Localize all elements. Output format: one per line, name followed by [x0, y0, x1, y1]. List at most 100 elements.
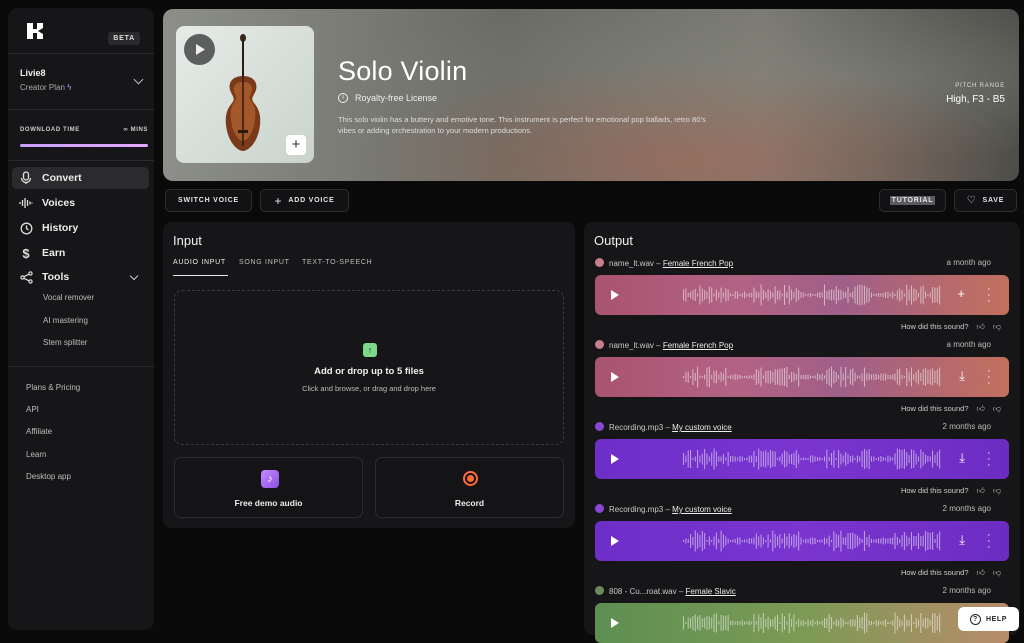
output-waveform-player[interactable]: ⤓ · · · [595, 357, 1009, 397]
license-label: Royalty-free License [355, 93, 438, 103]
nav-tools[interactable]: Tools [12, 266, 149, 288]
save-button[interactable]: ♡ SAVE [954, 189, 1017, 212]
voice-avatar [595, 258, 604, 267]
output-item-header: 808 - Cu...roat.wav – Female Slavic 2 mon… [595, 586, 991, 596]
link-affiliate[interactable]: Affiliate [26, 427, 52, 436]
output-voice-link[interactable]: Female French Pop [663, 259, 733, 268]
waveform-graphic [683, 612, 941, 634]
play-preview-button[interactable] [184, 34, 215, 65]
output-waveform-player[interactable]: ⤓ · · · [595, 439, 1009, 479]
beta-badge: BETA [108, 32, 140, 45]
output-voice-link[interactable]: My custom voice [672, 423, 732, 432]
tab-song-input[interactable]: SONG INPUT [239, 259, 290, 266]
play-icon[interactable] [611, 536, 619, 546]
nav-earn[interactable]: $ Earn [12, 242, 149, 264]
link-api[interactable]: API [26, 405, 39, 414]
feedback-row: How did this sound? 👍︎ 👎︎ [901, 404, 1001, 414]
more-options-icon[interactable]: ··· [987, 366, 991, 389]
output-waveform-player[interactable]: + · · · [595, 275, 1009, 315]
output-item-header: name_lt.wav – Female French Pop a month a… [595, 340, 991, 350]
nav-label: Tools [42, 271, 70, 283]
output-voice-link[interactable]: My custom voice [672, 505, 732, 514]
thumbs-up-icon[interactable]: 👍︎ [977, 486, 985, 496]
tutorial-button[interactable]: TUTORIAL [879, 189, 946, 212]
switch-voice-button[interactable]: SWITCH VOICE [165, 189, 252, 212]
logo-icon[interactable] [26, 22, 44, 40]
download-icon[interactable]: ⤓ [959, 368, 965, 384]
record-button[interactable]: Record [375, 457, 564, 518]
play-icon[interactable] [611, 372, 619, 382]
more-options-icon[interactable]: ··· [987, 530, 991, 553]
thumbs-down-icon[interactable]: 👎︎ [993, 322, 1001, 332]
output-waveform-player[interactable]: ⤓ · · · [595, 521, 1009, 561]
tool-stem-splitter[interactable]: Stem splitter [43, 338, 87, 347]
play-icon [195, 44, 205, 55]
save-label: SAVE [982, 197, 1005, 204]
microphone-icon [19, 171, 33, 185]
dropzone-hint: Click and browse, or drag and drop here [302, 384, 436, 393]
play-icon[interactable] [611, 290, 619, 300]
nav-convert[interactable]: Convert [12, 167, 149, 189]
download-icon[interactable]: ⤓ [959, 450, 965, 466]
chevron-down-icon[interactable] [129, 271, 139, 281]
link-desktop-app[interactable]: Desktop app [26, 472, 71, 481]
account-switcher[interactable]: Livie8 Creator Plan ϟ [20, 68, 150, 92]
question-icon: ? [969, 613, 981, 625]
voice-avatar [595, 422, 604, 431]
add-icon[interactable]: + [957, 286, 965, 301]
help-button[interactable]: ? HELP [958, 607, 1019, 631]
plan-name: Creator Plan [20, 83, 65, 92]
nav-history[interactable]: History [12, 217, 149, 239]
license-info[interactable]: i Royalty-free License [338, 93, 437, 103]
voice-avatar [595, 586, 604, 595]
divider [8, 366, 154, 367]
feedback-row: How did this sound? 👍︎ 👎︎ [901, 568, 1001, 578]
thumbs-down-icon[interactable]: 👎︎ [993, 404, 1001, 414]
plus-icon: + [274, 193, 283, 208]
output-time: a month ago [946, 340, 991, 349]
add-voice-button[interactable]: + ADD VOICE [260, 189, 349, 212]
link-learn[interactable]: Learn [26, 450, 46, 459]
thumbs-up-icon[interactable]: 👍︎ [977, 322, 985, 332]
waveform-graphic [683, 448, 941, 470]
tool-vocal-remover[interactable]: Vocal remover [43, 293, 94, 302]
download-time-bar [20, 144, 148, 147]
tool-ai-mastering[interactable]: AI mastering [43, 316, 88, 325]
plan-label: Creator Plan ϟ [20, 83, 150, 92]
more-options-icon[interactable]: ··· [987, 284, 991, 307]
more-options-icon[interactable]: ··· [987, 448, 991, 471]
nav-label: History [42, 222, 79, 234]
info-icon: i [338, 93, 348, 103]
output-item-header: name_lt.wav – Female French Pop a month a… [595, 258, 991, 268]
download-time-value: ∞ MINS [123, 127, 148, 133]
lightning-icon: ϟ [67, 83, 72, 92]
tab-text-to-speech[interactable]: TEXT-TO-SPEECH [302, 259, 372, 266]
feedback-row: How did this sound? 👍︎ 👎︎ [901, 486, 1001, 496]
thumbs-up-icon[interactable]: 👍︎ [977, 404, 985, 414]
sidebar: BETA Livie8 Creator Plan ϟ DOWNLOAD TIME… [8, 8, 154, 630]
add-to-voices-button[interactable]: + [286, 135, 306, 155]
thumbs-down-icon[interactable]: 👎︎ [993, 486, 1001, 496]
play-icon[interactable] [611, 454, 619, 464]
output-voice-link[interactable]: Female Slavic [686, 587, 736, 596]
divider [8, 53, 154, 54]
free-demo-audio-button[interactable]: ♪ Free demo audio [174, 457, 363, 518]
voice-title: Solo Violin [338, 56, 468, 86]
pitch-range: PITCH RANGE High, F3 - B5 [946, 83, 1005, 105]
download-icon[interactable]: ⤓ [959, 532, 965, 548]
file-dropzone[interactable]: ↑ Add or drop up to 5 files Click and br… [174, 290, 564, 445]
play-icon[interactable] [611, 618, 619, 628]
divider [8, 109, 154, 110]
divider [8, 160, 154, 161]
link-plans-pricing[interactable]: Plans & Pricing [26, 383, 80, 392]
thumbs-up-icon[interactable]: 👍︎ [977, 568, 985, 578]
nav-label: Earn [42, 247, 66, 259]
voice-avatar [595, 504, 604, 513]
tab-audio-input[interactable]: AUDIO INPUT [173, 259, 226, 266]
nav-label: Voices [42, 197, 76, 209]
thumbs-down-icon[interactable]: 👎︎ [993, 568, 1001, 578]
output-waveform-player[interactable]: ··· [595, 603, 1009, 643]
nav-voices[interactable]: Voices [12, 192, 149, 214]
feedback-label: How did this sound? [900, 486, 969, 495]
output-voice-link[interactable]: Female French Pop [663, 341, 733, 350]
